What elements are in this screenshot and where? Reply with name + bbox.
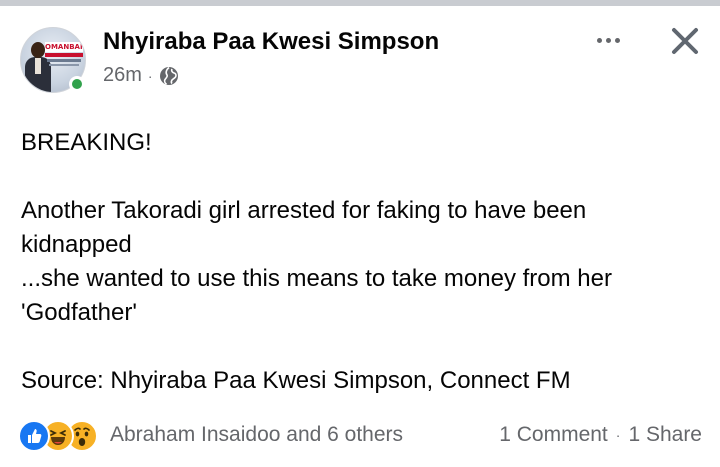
reaction-summary[interactable]: Abraham Insaidoo and 6 others bbox=[110, 423, 403, 447]
counts-separator: · bbox=[615, 427, 621, 443]
post-line: BREAKING! bbox=[21, 129, 152, 156]
avatar-strip bbox=[47, 59, 81, 62]
avatar-person-head bbox=[31, 42, 45, 58]
post-body: BREAKING! Another Takoradi girl arrested… bbox=[21, 126, 711, 398]
more-dot bbox=[614, 37, 620, 43]
more-dot bbox=[596, 37, 602, 43]
close-icon[interactable] bbox=[668, 24, 702, 58]
post-line: Source: Nhyiraba Paa Kwesi Simpson, Conn… bbox=[21, 367, 571, 394]
more-options-icon[interactable] bbox=[590, 27, 626, 53]
profile-avatar[interactable]: OMANBAPA bbox=[20, 27, 86, 93]
post-meta: 26m · bbox=[103, 64, 179, 87]
post-footer: Abraham Insaidoo and 6 others 1 Comment … bbox=[18, 418, 702, 452]
author-name[interactable]: Nhyiraba Paa Kwesi Simpson bbox=[103, 28, 439, 56]
avatar-strip bbox=[49, 64, 79, 66]
comment-count[interactable]: 1 Comment bbox=[499, 423, 608, 447]
share-count[interactable]: 1 Share bbox=[628, 423, 702, 447]
post-line: ...she wanted to use this means to take … bbox=[21, 265, 612, 292]
avatar-person-shirt bbox=[35, 58, 41, 74]
globe-icon[interactable] bbox=[159, 66, 179, 86]
top-divider bbox=[0, 0, 720, 6]
avatar-red-strip bbox=[45, 53, 83, 57]
meta-separator: · bbox=[147, 67, 153, 84]
avatar-brand-text: OMANBAPA bbox=[45, 42, 86, 52]
post-line: 'Godfather' bbox=[21, 299, 137, 326]
online-status-indicator bbox=[69, 76, 85, 92]
more-dot bbox=[605, 37, 611, 43]
engagement-counts: 1 Comment · 1 Share bbox=[499, 423, 702, 447]
post-line: kidnapped bbox=[21, 231, 132, 258]
like-reaction-icon[interactable] bbox=[18, 420, 50, 452]
post-time[interactable]: 26m bbox=[103, 64, 142, 87]
post-line: Another Takoradi girl arrested for fakin… bbox=[21, 197, 587, 224]
